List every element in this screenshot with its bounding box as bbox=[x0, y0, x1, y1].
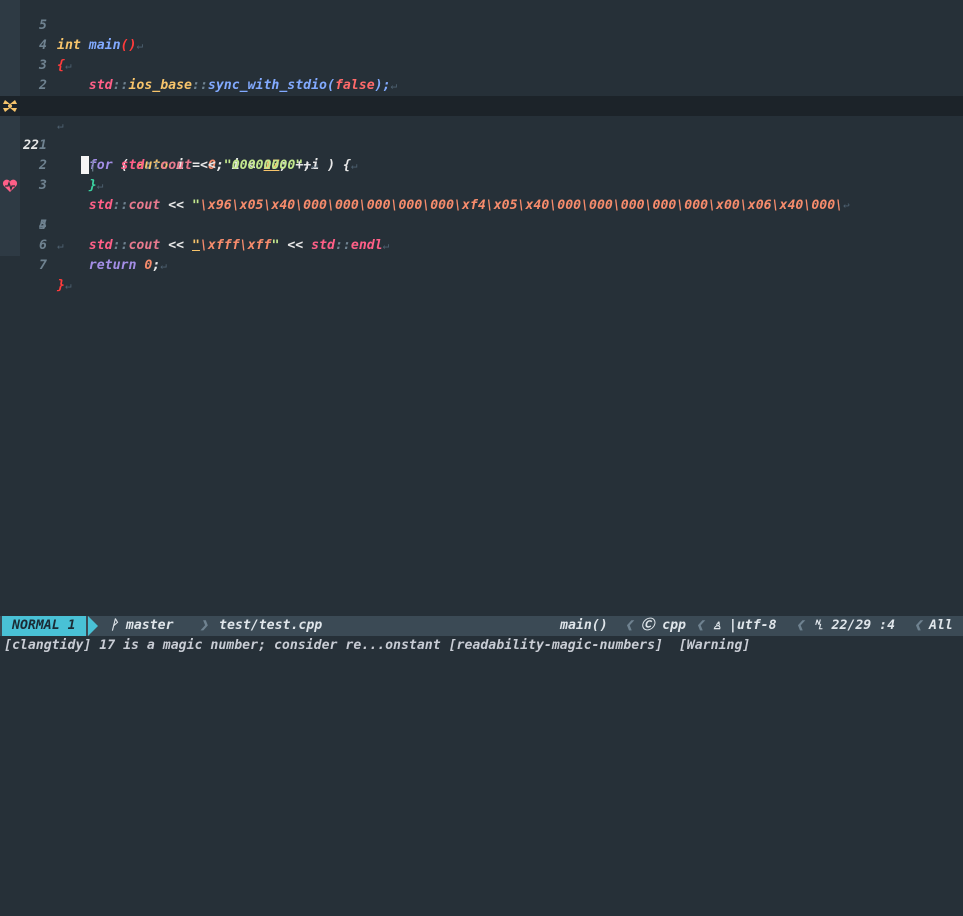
linux-icon: ♙ bbox=[713, 618, 721, 633]
current-code-line[interactable]: 22 for ( auto i = 0; i < 17; ++i ) {↵ bbox=[0, 96, 963, 174]
mode-indicator: NORMAL 1 bbox=[2, 616, 86, 636]
code-line[interactable]: 6 return 0;↵ bbox=[0, 216, 963, 273]
code-line[interactable]: 5 ↵ bbox=[0, 196, 963, 252]
diagnostic-message: [clangtidy] 17 is a magic number; consid… bbox=[4, 638, 751, 653]
command-line[interactable]: [clangtidy] 17 is a magic number; consid… bbox=[0, 636, 963, 661]
segment-separator: ❮ bbox=[625, 618, 633, 633]
editor-pane[interactable]: 5 int main()↵ 4 {↵ 3 std::ios_base::sync… bbox=[0, 0, 963, 616]
code-line[interactable]: 1 ¦ std::cout << "00000000";↵ bbox=[0, 116, 963, 173]
code-line[interactable]: 4 {↵ bbox=[0, 16, 963, 73]
statusline: NORMAL 1 ᚹ master ❯ test/test.cpp main()… bbox=[0, 616, 963, 636]
segment-separator: ❮ bbox=[796, 618, 804, 633]
cursor-position: ␤ 22/29 :4 bbox=[813, 618, 896, 633]
code-line[interactable]: 5 int main()↵ bbox=[0, 0, 963, 53]
branch-icon: ᚹ bbox=[110, 618, 118, 633]
file-name: test/test.cpp bbox=[219, 618, 323, 633]
code-text: }↵ bbox=[57, 278, 72, 293]
line-number-icon: ␤ bbox=[813, 618, 824, 633]
encoding: ♙ |utf-8 bbox=[713, 618, 777, 633]
warning-sign-icon[interactable] bbox=[2, 99, 18, 113]
scroll-position: All bbox=[929, 618, 953, 633]
code-text: return 0;↵ bbox=[88, 258, 167, 273]
code-line[interactable]: 7 }↵ bbox=[0, 236, 963, 293]
error-sign-icon[interactable] bbox=[2, 179, 18, 193]
filetype: Ⓒ cpp bbox=[641, 618, 686, 633]
line-number: 7 bbox=[39, 258, 47, 273]
code-line[interactable]: 1 ↵ bbox=[0, 76, 963, 132]
segment-separator: ❯ bbox=[200, 618, 208, 633]
current-function: main() bbox=[560, 618, 608, 633]
code-line[interactable]: 2 std::cin.tie(nullptr);↵ bbox=[0, 56, 963, 113]
git-branch: ᚹ master bbox=[110, 618, 174, 633]
code-line[interactable]: 2 }↵ bbox=[0, 136, 963, 193]
segment-separator: ❮ bbox=[696, 618, 704, 633]
cpp-logo-icon: Ⓒ bbox=[641, 618, 655, 633]
mode-separator bbox=[88, 616, 98, 636]
code-line[interactable]: 3 std::ios_base::sync_with_stdio(false);… bbox=[0, 36, 963, 93]
segment-separator: ❮ bbox=[914, 618, 922, 633]
code-line[interactable]: 4 std::cout << "\xfff\xff" << std::endl↵ bbox=[0, 176, 963, 253]
code-line[interactable]: 3 std::cout << "\x96\x05\x40\000\000\000… bbox=[0, 156, 963, 213]
